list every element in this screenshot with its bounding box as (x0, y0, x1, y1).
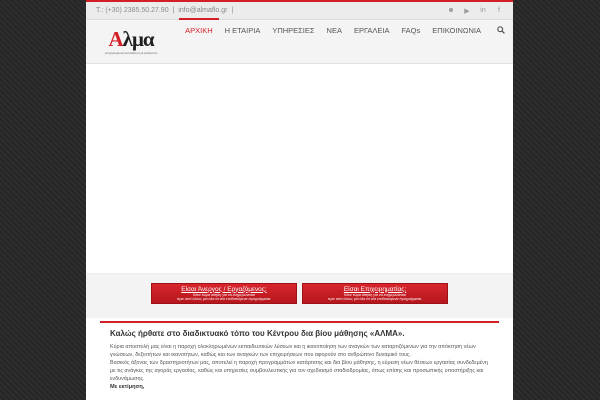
youtube-icon[interactable]: ▶ (463, 7, 471, 15)
search-icon[interactable] (487, 20, 513, 36)
welcome-section: Καλώς ήρθατε στο διαδικτυακό τόπο του Κέ… (100, 321, 499, 391)
site-logo[interactable]: Αλμα επαγγελματική εκπαίδευση & κατάρτισ… (98, 20, 164, 64)
hero-slider[interactable] (86, 64, 513, 274)
nav-item-company[interactable]: Η ΕΤΑΙΡΙΑ (219, 18, 267, 40)
cta-subtitle: πριν από όλους για όλα τα νέα επιδοτούμε… (327, 297, 423, 301)
cta-title: Είσαι Άνεργος / Εργαζόμενος; (181, 285, 267, 293)
cta-unemployed-button[interactable]: Είσαι Άνεργος / Εργαζόμενος; Κάνε τώρα α… (151, 283, 297, 304)
social-links: ☻ ▶ in f (447, 7, 503, 15)
paragraph: Κύρια αποστολή μας είναι η παροχή ολοκλη… (110, 344, 476, 358)
email-link[interactable]: info@almaflo.gr (178, 7, 227, 14)
nav-item-tools[interactable]: ΕΡΓΑΛΕΙΑ (348, 18, 396, 40)
nav-item-news[interactable]: ΝΕΑ (321, 18, 348, 40)
nav-item-home[interactable]: ΑΡΧΙΚΗ (179, 18, 219, 40)
linkedin-icon[interactable]: in (479, 7, 487, 14)
facebook-icon[interactable]: f (495, 7, 503, 14)
top-bar: T.: (+30) 2385.50.27.90 | info@almaflo.g… (86, 0, 513, 20)
main-nav: ΑΡΧΙΚΗ Η ΕΤΑΙΡΙΑ ΥΠΗΡΕΣΙΕΣ ΝΕΑ ΕΡΓΑΛΕΙΑ … (179, 18, 513, 44)
nav-item-contact[interactable]: ΕΠΙΚΟΙΝΩΝΙΑ (426, 18, 487, 40)
site-header: Αλμα επαγγελματική εκπαίδευση & κατάρτισ… (86, 18, 513, 64)
cta-row: Είσαι Άνεργος / Εργαζόμενος; Κάνε τώρα α… (86, 274, 513, 318)
logo-wordmark: Αλμα (108, 27, 154, 51)
phone-text: T.: (+30) 2385.50.27.90 (96, 7, 169, 14)
user-icon[interactable]: ☻ (447, 7, 455, 14)
welcome-heading: Καλώς ήρθατε στο διαδικτυακό τόπο του Κέ… (110, 329, 405, 338)
closing-text: Με εκτίμηση, (110, 384, 145, 390)
logo-tagline: επαγγελματική εκπαίδευση & κατάρτιση (104, 51, 158, 55)
nav-item-faqs[interactable]: FAQs (396, 18, 427, 40)
page-wrapper: T.: (+30) 2385.50.27.90 | info@almaflo.g… (86, 0, 513, 400)
separator: | (231, 7, 234, 14)
cta-business-button[interactable]: Είσαι Επιχειρηματίας; Κάνε τώρα αίτηση γ… (302, 283, 448, 304)
contact-info: T.: (+30) 2385.50.27.90 | info@almaflo.g… (96, 7, 235, 14)
nav-item-services[interactable]: ΥΠΗΡΕΣΙΕΣ (266, 18, 320, 40)
separator: | (172, 7, 175, 14)
cta-subtitle: πριν από όλους για όλα τα νέα επιδοτούμε… (176, 297, 272, 301)
paragraph: Βασικός άξονας των δραστηριοτήτων μας, α… (110, 360, 488, 382)
cta-title: Είσαι Επιχειρηματίας; (343, 285, 407, 293)
